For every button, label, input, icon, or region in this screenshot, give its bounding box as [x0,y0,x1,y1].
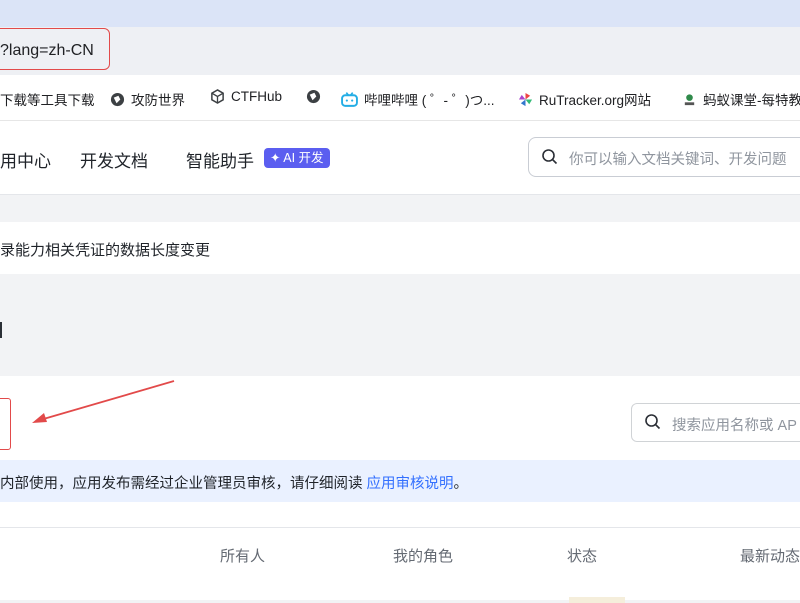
bookmarks-bar: 下载等工具下载 攻防世界 CTFHub 哔哩哔哩 ( ゜- ゜)つ... RuT… [0,75,800,121]
bookmark-adworld[interactable]: 攻防世界 [110,89,185,109]
bookmark-label: RuTracker.org网站 [539,93,652,108]
bookmark-rutracker[interactable]: RuTracker.org网站 [518,89,651,109]
url-highlight-box [0,28,110,70]
page-section-header [0,274,800,376]
bookmark-label: CTFHub [231,89,283,104]
review-tip-banner: 内部使用，应用发布需经过企业管理员审核，请仔细阅读 应用审核说明。 [0,460,800,502]
globe-icon [110,92,125,106]
bilibili-icon [341,91,358,107]
tip-end: 。 [453,476,469,492]
announcement-text: 录能力相关凭证的数据长度变更 [0,242,211,259]
pinwheel-icon [518,92,533,106]
bookmark-mayikt[interactable]: 蚂蚁课堂-每特教 [682,89,800,109]
column-status[interactable]: 状态 [567,545,597,566]
app-search-placeholder: 搜索应用名称或 AP [672,418,797,434]
tip-text: 内部使用，应用发布需经过企业管理员审核，请仔细阅读 [0,476,367,492]
app-search-input[interactable]: 搜索应用名称或 AP [631,403,800,442]
bookmark-tools-download[interactable]: 下载等工具下载 [0,89,95,109]
bookmark-ctfhub[interactable]: CTFHub [210,89,282,104]
app-table-header: 所有人 我的角色 状态 最新动态 [0,527,800,582]
search-icon [542,149,558,165]
column-owner[interactable]: 所有人 [220,545,265,566]
address-bar[interactable] [0,27,800,75]
nav-ai-assistant[interactable]: 智能助手 [186,147,254,172]
cube-icon [211,89,224,104]
bookmark-label: 下载等工具下载 [0,93,95,108]
annotation-arrow [32,380,175,423]
review-guide-link[interactable]: 应用审核说明 [367,476,454,492]
bookmark-label: 哔哩哔哩 ( ゜- ゜)つ... [364,93,495,108]
bookmark-label: 蚂蚁课堂-每特教 [703,93,800,108]
search-icon [645,414,661,430]
bookmark-bilibili[interactable]: 哔哩哔哩 ( ゜- ゜)つ... [341,89,495,109]
column-latest-activity[interactable]: 最新动态 [740,545,800,566]
search-placeholder: 你可以输入文档关键词、开发问题 [569,152,787,168]
ant-icon [684,93,695,105]
ai-dev-badge[interactable]: ✦ AI 开发 [264,148,330,168]
column-my-role[interactable]: 我的角色 [393,545,453,566]
announcement-bar[interactable]: 录能力相关凭证的数据长度变更 [0,222,800,274]
doc-search-input[interactable]: 你可以输入文档关键词、开发问题 [528,137,800,177]
globe-icon [306,89,321,104]
browser-tab-strip [0,0,800,27]
section-title-stub [0,322,2,338]
nav-app-center[interactable]: 用中心 [0,147,51,172]
annotation-highlight-box [0,398,11,450]
status-badge [569,597,625,603]
tip-text-wrap: 内部使用，应用发布需经过企业管理员审核，请仔细阅读 应用审核说明。 [0,472,468,493]
bookmark-label: 攻防世界 [131,93,185,108]
table-row[interactable] [0,581,800,600]
nav-dev-docs[interactable]: 开发文档 [80,147,148,172]
bookmark-globe[interactable] [306,89,327,104]
